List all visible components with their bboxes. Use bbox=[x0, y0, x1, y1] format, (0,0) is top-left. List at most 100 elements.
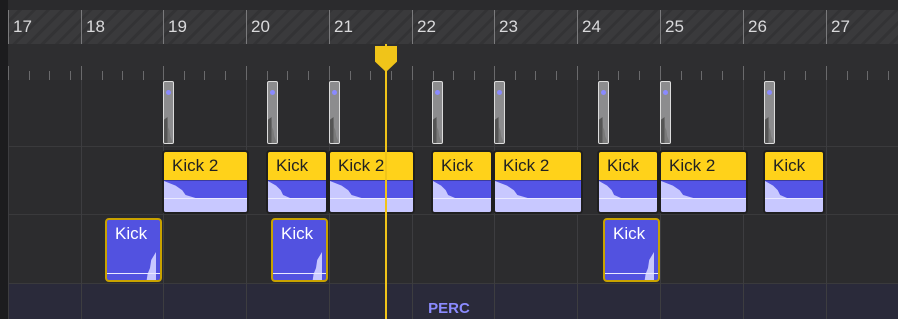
audio-region[interactable]: Kick bbox=[431, 150, 493, 214]
beat-tick bbox=[28, 71, 30, 80]
beat-tick bbox=[639, 71, 641, 80]
beat-tick bbox=[474, 71, 476, 80]
dot-icon bbox=[767, 90, 772, 95]
region-label: Kick bbox=[607, 156, 640, 175]
region-waveform bbox=[330, 180, 413, 212]
beat-tick bbox=[70, 71, 72, 80]
mini-region[interactable] bbox=[764, 81, 775, 144]
bar-number: 27 bbox=[831, 17, 850, 36]
audio-region[interactable]: Kick bbox=[266, 150, 328, 214]
region-label: Kick 2 bbox=[338, 156, 385, 175]
region-label: Kick bbox=[773, 156, 806, 175]
beat-tick bbox=[101, 71, 103, 80]
dot-icon bbox=[435, 90, 440, 95]
region-waveform bbox=[433, 180, 491, 212]
beat-tick bbox=[183, 71, 185, 80]
bar-number: 25 bbox=[665, 17, 684, 36]
region-label: Kick 2 bbox=[172, 156, 219, 175]
beat-tick bbox=[556, 71, 558, 80]
mini-region[interactable] bbox=[329, 81, 340, 144]
region-label: Kick bbox=[281, 224, 314, 243]
beat-tick bbox=[660, 66, 661, 80]
bar-number: 19 bbox=[168, 17, 187, 36]
beat-tick bbox=[308, 71, 310, 80]
audio-region[interactable]: Kick bbox=[597, 150, 659, 214]
beat-tick bbox=[494, 66, 495, 80]
audio-region[interactable]: Kick 2 bbox=[328, 150, 415, 214]
beat-tick bbox=[49, 71, 51, 80]
arrange-area[interactable]: 17 18 19 20 21 22 23 24 25 26 27 Kick 2 Kick Kick … bbox=[0, 0, 898, 319]
audio-region[interactable]: Kick 2 bbox=[493, 150, 583, 214]
beat-tick bbox=[514, 71, 516, 80]
beat-tick bbox=[8, 66, 9, 80]
bar-grid-line bbox=[8, 80, 9, 319]
dot-icon bbox=[663, 90, 668, 95]
region-waveform bbox=[107, 248, 160, 280]
beat-tick bbox=[535, 71, 537, 80]
mini-region[interactable] bbox=[432, 81, 443, 144]
bar-number: 22 bbox=[417, 17, 436, 36]
beat-tick bbox=[743, 66, 744, 80]
dot-icon bbox=[270, 90, 275, 95]
bar-number: 26 bbox=[748, 17, 767, 36]
beat-tick bbox=[432, 71, 434, 80]
beat-tick bbox=[349, 71, 351, 80]
region-label: Kick bbox=[613, 224, 646, 243]
beat-tick bbox=[391, 71, 393, 80]
mini-region[interactable] bbox=[660, 81, 671, 144]
beat-tick bbox=[287, 71, 289, 80]
beat-tick bbox=[266, 71, 268, 80]
waveform-icon bbox=[599, 117, 608, 143]
beat-tick bbox=[618, 71, 620, 80]
beat-tick bbox=[329, 66, 330, 80]
region-waveform bbox=[273, 248, 326, 280]
mini-region[interactable] bbox=[494, 81, 505, 144]
waveform-icon bbox=[330, 117, 339, 143]
beat-ruler[interactable] bbox=[8, 44, 898, 81]
region-waveform bbox=[495, 180, 581, 212]
beat-tick bbox=[722, 71, 724, 80]
audio-region[interactable]: Kick bbox=[271, 218, 328, 282]
track-name: PERC bbox=[428, 300, 470, 317]
bar-number: 18 bbox=[86, 17, 105, 36]
audio-region[interactable]: Kick bbox=[105, 218, 162, 282]
region-waveform bbox=[164, 180, 247, 212]
bar-grid-line bbox=[826, 80, 827, 319]
beat-tick bbox=[246, 66, 247, 80]
bar-number: 17 bbox=[13, 17, 32, 36]
audio-region[interactable]: Kick 2 bbox=[659, 150, 748, 214]
bar-number: 20 bbox=[251, 17, 270, 36]
beat-tick bbox=[163, 66, 164, 80]
left-edge bbox=[0, 0, 8, 319]
dot-icon bbox=[332, 90, 337, 95]
dot-icon bbox=[601, 90, 606, 95]
audio-region[interactable]: Kick bbox=[763, 150, 825, 214]
mini-region[interactable] bbox=[267, 81, 278, 144]
region-waveform bbox=[599, 180, 657, 212]
dot-icon bbox=[497, 90, 502, 95]
beat-tick bbox=[826, 66, 827, 80]
dot-icon bbox=[166, 90, 171, 95]
bar-number: 24 bbox=[582, 17, 601, 36]
waveform-icon bbox=[164, 117, 173, 143]
beat-tick bbox=[784, 71, 786, 80]
region-label: Kick bbox=[441, 156, 474, 175]
audio-region[interactable]: Kick 2 bbox=[162, 150, 249, 214]
region-waveform bbox=[765, 180, 823, 212]
waveform-icon bbox=[495, 117, 504, 143]
playhead-line[interactable] bbox=[385, 44, 387, 319]
beat-tick bbox=[370, 71, 372, 80]
bar-number: 23 bbox=[499, 17, 518, 36]
waveform-icon bbox=[433, 117, 442, 143]
beat-tick bbox=[888, 71, 890, 80]
region-waveform bbox=[661, 180, 746, 212]
mini-region[interactable] bbox=[163, 81, 174, 144]
mini-region[interactable] bbox=[598, 81, 609, 144]
audio-region[interactable]: Kick bbox=[603, 218, 660, 282]
region-waveform bbox=[605, 248, 658, 280]
beat-tick bbox=[577, 66, 578, 80]
bar-grid-line bbox=[81, 80, 82, 319]
region-waveform bbox=[268, 180, 326, 212]
region-label: Kick bbox=[115, 224, 148, 243]
region-label: Kick bbox=[276, 156, 309, 175]
